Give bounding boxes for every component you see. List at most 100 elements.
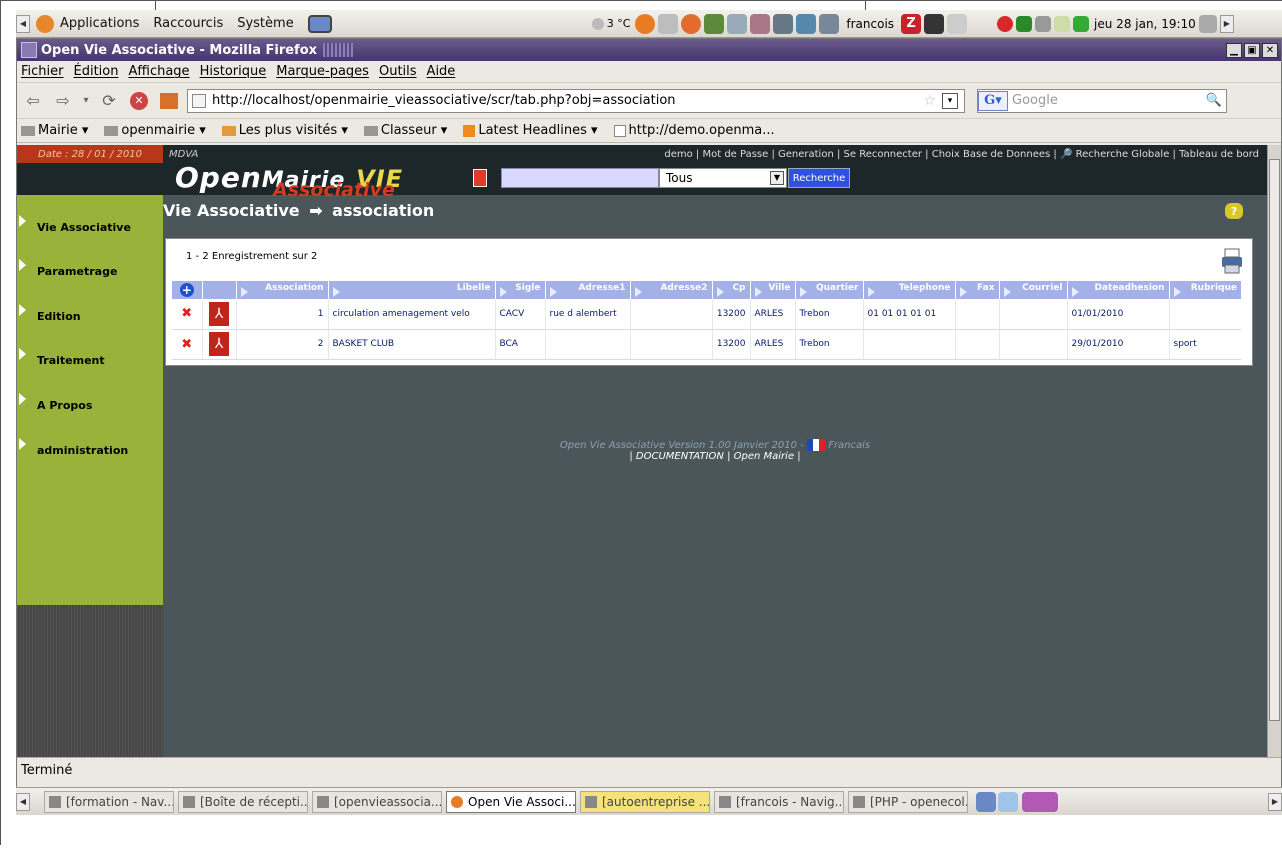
sidebar-item-a-propos[interactable]: A Propos [17, 385, 163, 429]
top-links[interactable]: demo | Mot de Passe | Generation | Se Re… [664, 149, 1267, 160]
close-button[interactable]: ✕ [1262, 42, 1278, 58]
bookmark-plus-visites[interactable]: Les plus visités ▾ [221, 123, 348, 138]
menu-affichage[interactable]: Affichage [128, 64, 189, 79]
global-search-input[interactable] [501, 168, 659, 188]
workspace-switcher[interactable] [1022, 791, 1058, 812]
bookmark-demo[interactable]: http://demo.openma... [613, 123, 775, 138]
col-libelle[interactable]: Libelle [328, 281, 496, 299]
menu-aide[interactable]: Aide [427, 64, 456, 79]
col-cp[interactable]: Cp [712, 281, 751, 299]
trash-icon[interactable] [998, 791, 1018, 812]
volume-icon[interactable] [1035, 15, 1052, 32]
taskbar-item[interactable]: [autoentreprise ... [580, 790, 710, 813]
bookmark-openmairie[interactable]: openmairie ▾ [104, 123, 206, 138]
footer-links[interactable]: | DOCUMENTATION | Open Mairie | [163, 451, 1267, 462]
pdf-button[interactable]: ⅄ [202, 299, 237, 330]
sidebar-item-vie-associative[interactable]: Vie Associative [17, 207, 163, 251]
help-icon[interactable]: ? [1225, 203, 1243, 219]
search-button[interactable]: Recherche [788, 168, 850, 188]
menu-edition[interactable]: Édition [74, 64, 119, 79]
launcher-icon[interactable] [704, 13, 725, 34]
search-magnifier-icon[interactable]: 🔍 [1206, 93, 1222, 108]
show-desktop-icon[interactable] [307, 14, 332, 33]
table-row[interactable]: ✖ ⅄ 1 circulation amenagement velo CACV … [172, 299, 1241, 330]
col-quartier[interactable]: Quartier [795, 281, 864, 299]
stop-button[interactable]: ✕ [127, 89, 151, 113]
taskbar-item[interactable]: [formation - Nav... [44, 790, 174, 813]
table-row[interactable]: ✖ ⅄ 2 BASKET CLUB BCA 13200 ARLES Trebon [172, 329, 1241, 360]
taskbar-item[interactable]: [Boîte de récepti... [178, 790, 308, 813]
panel-hide-left-icon[interactable]: ◀ [16, 14, 30, 33]
printer-icon[interactable] [1220, 247, 1244, 275]
taskbar-item-active[interactable]: Open Vie Associ... [446, 790, 576, 813]
window-titlebar[interactable]: Open Vie Associative - Mozilla Firefox ▁… [17, 39, 1281, 61]
help-launcher-icon[interactable] [681, 13, 702, 34]
delete-button[interactable]: ✖ [172, 329, 203, 360]
url-bar[interactable]: http://localhost/openmairie_vieassociati… [187, 88, 965, 113]
taskbar-item[interactable]: [openvieassocia... [312, 790, 442, 813]
panel-hide-right-icon[interactable]: ▶ [1219, 14, 1234, 33]
bookmark-star-icon[interactable]: ☆ [923, 93, 936, 109]
network-signal-icon[interactable] [1016, 15, 1033, 32]
menu-marque-pages[interactable]: Marque-pages [276, 64, 369, 79]
menu-applications[interactable]: Applications [60, 16, 139, 31]
panel-hide-left-icon[interactable]: ◀ [16, 792, 30, 811]
search-box[interactable]: G▾ Google 🔍 [977, 88, 1227, 113]
col-fax[interactable]: Fax [955, 281, 1000, 299]
vertical-scrollbar[interactable] [1267, 145, 1281, 757]
launcher-icon[interactable] [750, 13, 771, 34]
launcher-icon[interactable] [773, 13, 794, 34]
taskbar-item[interactable]: [francois - Navig... [714, 790, 844, 813]
forward-button[interactable]: ⇨ [51, 89, 75, 113]
taskbar-item[interactable]: [PHP - openecol... [848, 790, 968, 813]
terminal-launcher-icon[interactable] [924, 13, 945, 34]
cell-libelle[interactable]: circulation amenagement velo [328, 299, 496, 330]
scrollbar-thumb[interactable] [1269, 159, 1280, 721]
back-button[interactable]: ⇦ [21, 89, 45, 113]
col-dateadhesion[interactable]: Dateadhesion [1067, 281, 1170, 299]
clock[interactable]: jeu 28 jan, 19:10 [1094, 17, 1196, 31]
menu-historique[interactable]: Historique [200, 64, 267, 79]
launcher-icon[interactable] [819, 13, 840, 34]
panel-hide-right-icon[interactable]: ▶ [1268, 792, 1282, 811]
menu-raccourcis[interactable]: Raccourcis [153, 16, 223, 31]
menu-fichier[interactable]: Fichier [21, 64, 64, 79]
maximize-button[interactable]: ▣ [1244, 42, 1260, 58]
menu-systeme[interactable]: Système [237, 16, 293, 31]
notes-icon[interactable] [1054, 15, 1071, 32]
filezilla-launcher-icon[interactable]: Z [901, 13, 922, 34]
col-rubrique[interactable]: Rubrique [1169, 281, 1241, 299]
bookmark-mairie[interactable]: Mairie ▾ [21, 123, 88, 138]
minimize-button[interactable]: ▁ [1226, 42, 1242, 58]
reload-button[interactable]: ⟳ [97, 89, 121, 113]
sidebar-item-administration[interactable]: administration [17, 430, 163, 474]
search-scope-select[interactable]: Tous ▼ [659, 168, 787, 188]
workspace-icon[interactable] [976, 791, 996, 812]
history-dropdown-icon[interactable]: ▾ [81, 89, 91, 113]
postgres-launcher-icon[interactable] [796, 13, 817, 34]
launcher-icon[interactable] [947, 13, 968, 34]
add-record-button[interactable]: + [172, 281, 203, 299]
shutdown-icon[interactable] [1198, 14, 1217, 33]
url-dropdown-icon[interactable]: ▾ [942, 92, 958, 109]
google-search-engine-icon[interactable]: G▾ [978, 90, 1008, 111]
update-icon[interactable] [997, 15, 1014, 32]
cell-association[interactable]: 1 [236, 299, 329, 330]
sidebar-item-traitement[interactable]: Traitement [17, 340, 163, 384]
bookmark-classeur[interactable]: Classeur ▾ [363, 123, 447, 138]
launcher-icon[interactable] [727, 13, 748, 34]
cell-association[interactable]: 2 [236, 329, 329, 360]
home-button[interactable] [157, 89, 181, 113]
run-icon[interactable] [1073, 15, 1090, 32]
pdf-button[interactable]: ⅄ [202, 329, 237, 360]
col-ville[interactable]: Ville [750, 281, 796, 299]
footer-language[interactable]: Francais [828, 440, 870, 451]
col-courriel[interactable]: Courriel [999, 281, 1068, 299]
firefox-launcher-icon[interactable] [635, 13, 656, 34]
french-flag-icon[interactable] [807, 439, 825, 451]
col-adresse1[interactable]: Adresse1 [545, 281, 631, 299]
menu-outils[interactable]: Outils [379, 64, 417, 79]
cell-libelle[interactable]: BASKET CLUB [328, 329, 496, 360]
bookmark-latest-headlines[interactable]: Latest Headlines ▾ [463, 123, 598, 138]
delete-button[interactable]: ✖ [172, 299, 203, 330]
